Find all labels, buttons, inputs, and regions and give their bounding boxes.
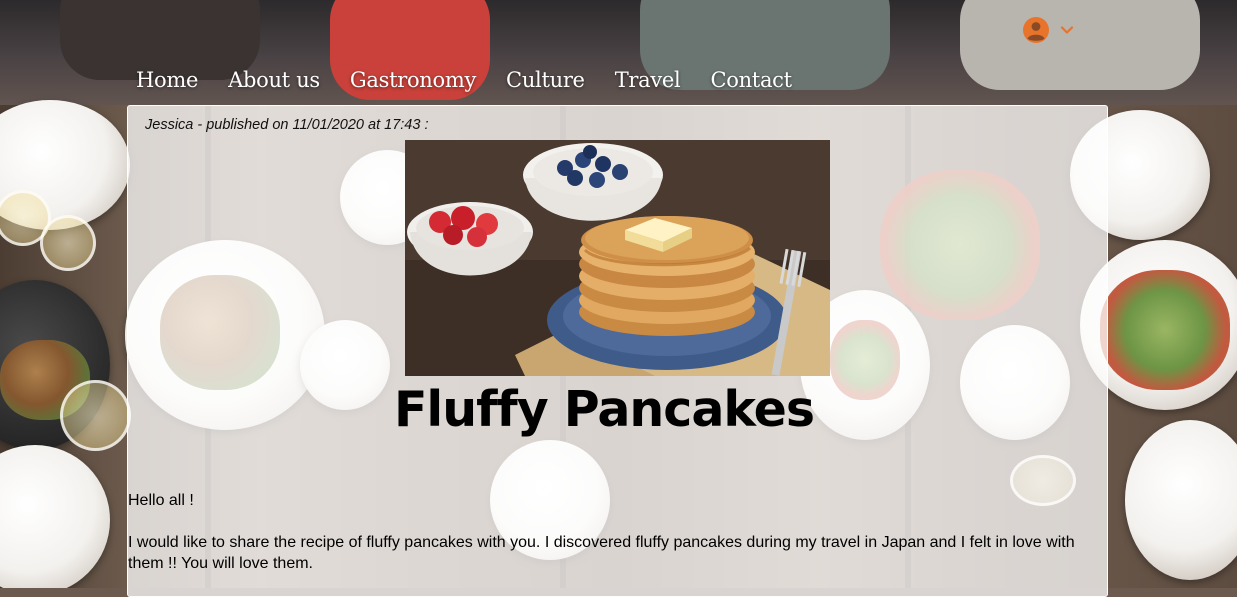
nav-item-home[interactable]: Home [121,68,213,92]
pancake-illustration [405,140,830,376]
post-panel: Jessica - published on 11/01/2020 at 17:… [127,105,1108,597]
post-title: Fluffy Pancakes [393,381,815,438]
wine-glass [60,380,131,451]
account-menu-button[interactable] [1022,14,1088,46]
post-meta: Jessica - published on 11/01/2020 at 17:… [145,117,429,133]
nav-item-about-us[interactable]: About us [213,68,335,92]
nav-item-culture[interactable]: Culture [491,68,600,92]
chevron-down-icon [1060,26,1074,34]
main-nav: Home About us Gastronomy Culture Travel … [121,60,807,100]
plate [1125,420,1237,580]
post-body: Hello all ! I would like to share the re… [128,490,1093,595]
wine-glass [40,215,96,271]
nav-item-travel[interactable]: Travel [600,68,696,92]
nav-item-contact[interactable]: Contact [695,68,806,92]
account-circle-icon [1023,17,1049,43]
pancake-stack-photo [405,140,830,376]
plate [0,445,110,588]
post-paragraph: Hello all ! [128,492,194,509]
post-paragraph: I would like to share the recipe of fluf… [128,534,1075,572]
nav-item-gastronomy[interactable]: Gastronomy [335,68,491,92]
dish [1100,270,1230,390]
